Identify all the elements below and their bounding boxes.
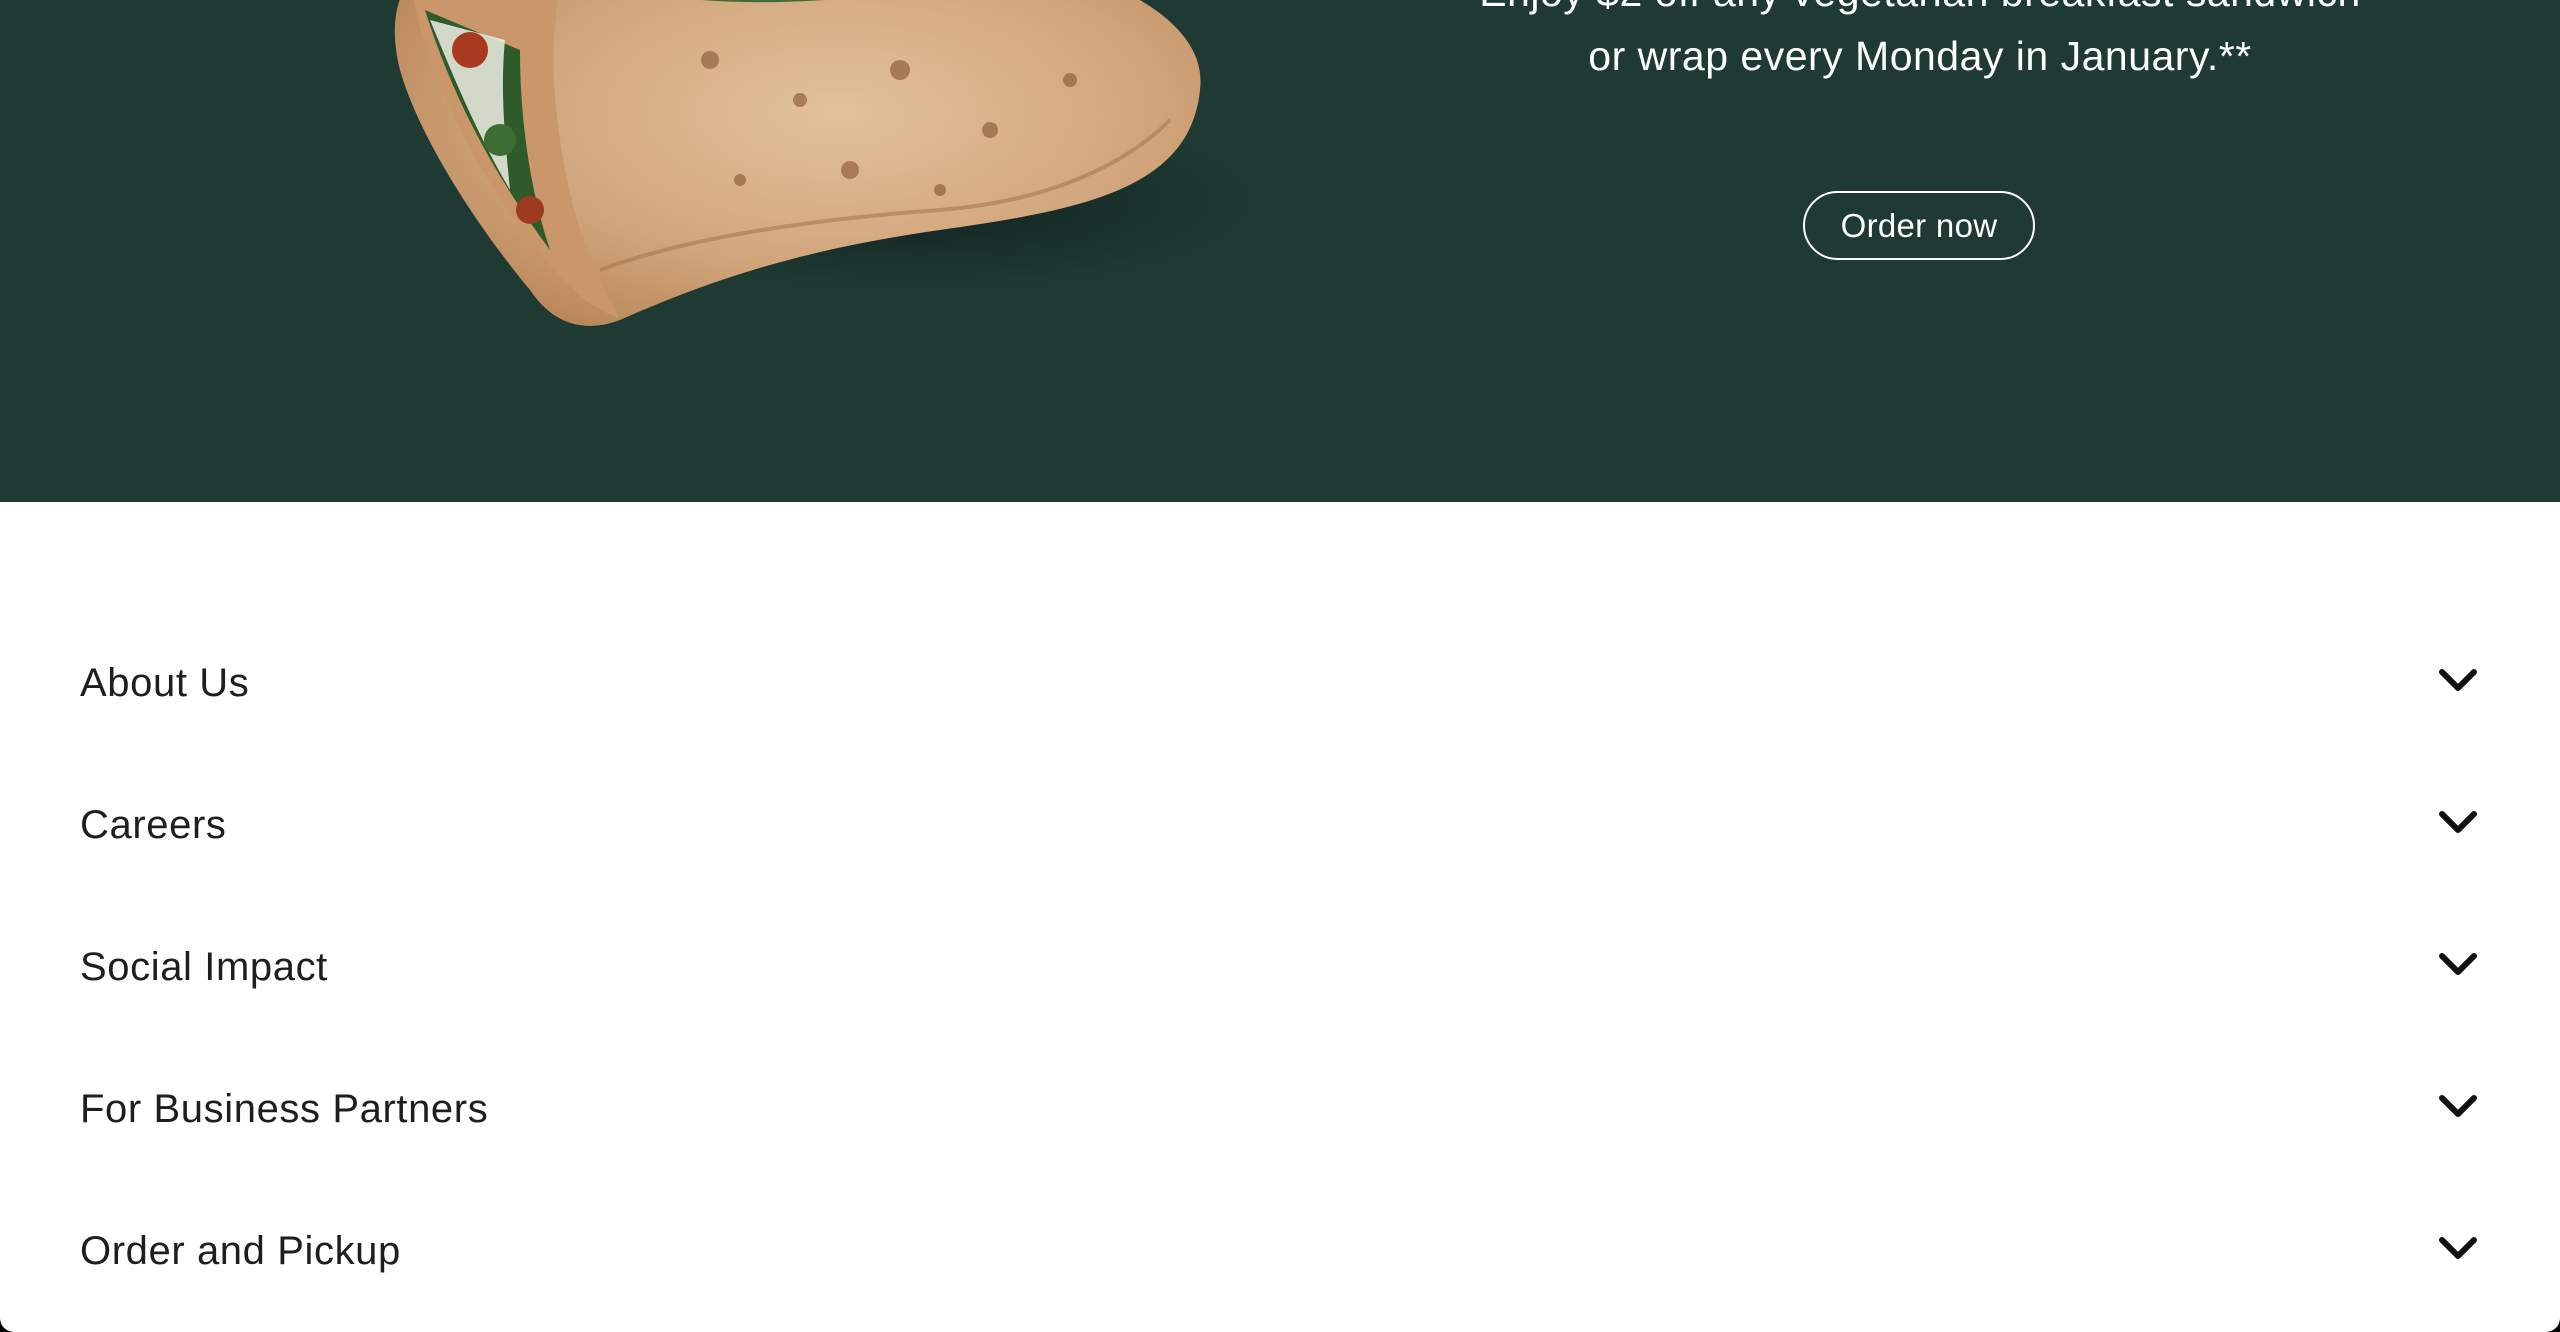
footer-nav-item-careers[interactable]: Careers	[80, 775, 2480, 875]
promo-text: Enjoy $2 off any vegetarian breakfast sa…	[1479, 0, 2360, 79]
footer-nav-item-order-and-pickup[interactable]: Order and Pickup	[80, 1201, 2480, 1301]
chevron-down-icon[interactable]	[2436, 1089, 2480, 1125]
footer-nav-label: For Business Partners	[80, 1087, 489, 1131]
footer-nav-label: Careers	[80, 803, 227, 847]
footer-nav-label: Social Impact	[80, 945, 328, 989]
chevron-down-icon[interactable]	[2436, 1231, 2480, 1267]
footer-nav-item-for-business-partners[interactable]: For Business Partners	[80, 1059, 2480, 1159]
chevron-down-icon[interactable]	[2436, 663, 2480, 699]
chevron-down-icon[interactable]	[2436, 805, 2480, 841]
footer-nav-item-about-us[interactable]: About Us	[80, 633, 2480, 733]
page: Enjoy $2 off any vegetarian breakfast sa…	[0, 0, 2560, 1332]
footer-nav-label: Order and Pickup	[80, 1229, 401, 1273]
footer-nav-label: About Us	[80, 661, 250, 705]
footer-nav-item-social-impact[interactable]: Social Impact	[80, 917, 2480, 1017]
order-now-button[interactable]: Order now	[1803, 191, 2035, 260]
promo-banner: Enjoy $2 off any vegetarian breakfast sa…	[0, 0, 2560, 502]
vegetarian-wrap-image	[394, 0, 1250, 326]
chevron-down-icon[interactable]	[2436, 947, 2480, 983]
